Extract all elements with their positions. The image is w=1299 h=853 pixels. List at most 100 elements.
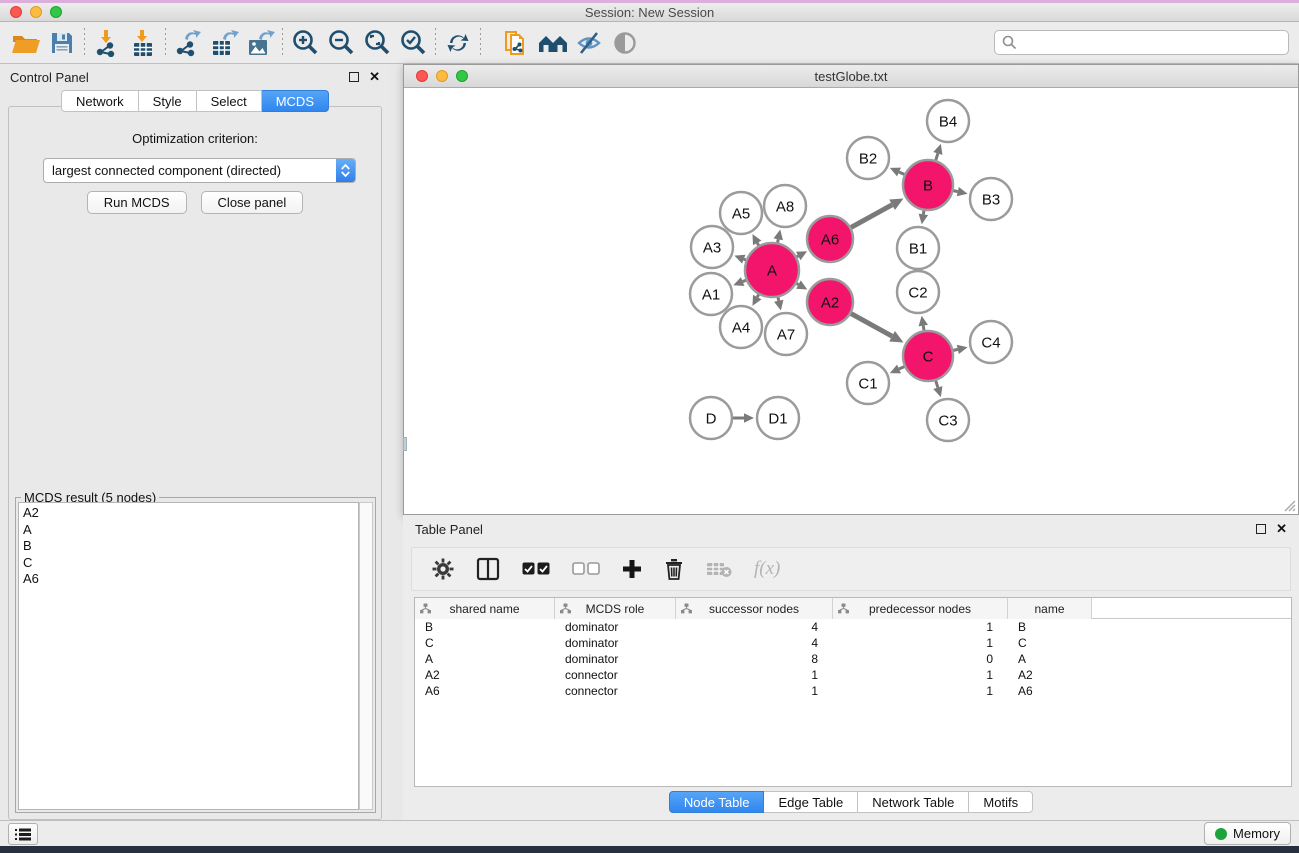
select-all-checkboxes-icon[interactable]: [522, 562, 550, 576]
tab-network[interactable]: Network: [61, 90, 139, 112]
toolbar-separator: [480, 28, 481, 58]
column-type-icon: [420, 603, 431, 614]
graph-edge-A-A3[interactable]: [744, 259, 746, 260]
tab-select[interactable]: Select: [197, 90, 262, 112]
graph-edge-A-A8[interactable]: [778, 239, 779, 242]
float-panel-icon[interactable]: [349, 72, 359, 82]
graph-edge-B-B4[interactable]: [936, 153, 938, 160]
table-cell: connector: [555, 683, 676, 699]
add-column-icon[interactable]: [622, 559, 642, 579]
column-header-label: shared name: [449, 602, 519, 616]
delete-column-icon[interactable]: [664, 558, 684, 580]
graph-edge-A6-B[interactable]: [851, 205, 892, 228]
deselect-all-checkboxes-icon[interactable]: [572, 562, 600, 576]
graph-edge-C-C4[interactable]: [953, 349, 957, 350]
search-input[interactable]: [1022, 35, 1288, 50]
table-row[interactable]: A2connector11A2: [415, 667, 1291, 683]
graph-edge-A-A2[interactable]: [797, 284, 799, 285]
graph-edge-C-C2[interactable]: [923, 326, 924, 331]
column-header-MCDS-role[interactable]: MCDS role: [555, 598, 676, 619]
column-layout-icon[interactable]: [476, 557, 500, 581]
save-session-button[interactable]: [44, 26, 80, 60]
tab-node-table[interactable]: Node Table: [669, 791, 765, 813]
graph-edge-B-B3[interactable]: [953, 191, 957, 192]
hide-selected-button[interactable]: [571, 26, 607, 60]
graph-node-label: B4: [939, 113, 957, 130]
optimization-criterion-select[interactable]: largest connected component (directed): [43, 158, 356, 183]
zoom-fit-button[interactable]: [359, 26, 395, 60]
zoom-in-button[interactable]: [287, 26, 323, 60]
network-graph-canvas[interactable]: B4B2BB3A8A5A6B1A3AC2A1A2A4A7C4CC1C3DD1: [404, 88, 1298, 514]
column-header-name[interactable]: name: [1008, 598, 1092, 619]
table-panel-tabs: Node TableEdge TableNetwork TableMotifs: [403, 791, 1299, 813]
export-table-button[interactable]: [206, 26, 242, 60]
export-image-button[interactable]: [242, 26, 278, 60]
table-cell: dominator: [555, 619, 676, 635]
mcds-result-item[interactable]: A2: [23, 505, 358, 522]
result-list-scrollbar[interactable]: [359, 502, 373, 810]
close-panel-icon[interactable]: ✕: [369, 72, 380, 82]
function-builder-icon[interactable]: f(x): [754, 558, 780, 580]
mcds-result-item[interactable]: C: [23, 555, 358, 572]
gear-icon[interactable]: [432, 558, 454, 580]
mcds-result-item[interactable]: B: [23, 538, 358, 555]
table-cell: 1: [833, 667, 1008, 683]
close-panel-button[interactable]: Close panel: [201, 191, 304, 214]
splitter-handle[interactable]: [403, 437, 407, 451]
home-icon: [537, 31, 569, 55]
refresh-icon: [445, 30, 471, 56]
table-row[interactable]: Cdominator41C: [415, 635, 1291, 651]
table-row[interactable]: A6connector11A6: [415, 683, 1291, 699]
open-session-button[interactable]: [8, 26, 44, 60]
graph-edge-A-A1[interactable]: [743, 280, 746, 281]
float-table-panel-icon[interactable]: [1256, 524, 1266, 534]
export-network-button[interactable]: [170, 26, 206, 60]
mcds-result-list[interactable]: A2ABCA6: [18, 502, 359, 810]
network-window-titlebar[interactable]: testGlobe.txt: [404, 65, 1298, 88]
zoom-out-button[interactable]: [323, 26, 359, 60]
run-mcds-button[interactable]: Run MCDS: [87, 191, 187, 214]
node-table[interactable]: shared name MCDS rolesuccessor nodesprede…: [414, 597, 1292, 787]
table-panel-title: Table Panel: [415, 522, 1256, 537]
show-details-button[interactable]: [607, 26, 643, 60]
import-network-button[interactable]: [89, 26, 125, 60]
zoom-selected-button[interactable]: [395, 26, 431, 60]
graph-edge-C-C1[interactable]: [899, 367, 904, 369]
graph-edge-A-A7[interactable]: [778, 297, 779, 300]
column-header-predecessor-nodes[interactable]: predecessor nodes: [833, 598, 1008, 619]
edge-arrowhead: [957, 345, 968, 354]
task-history-button[interactable]: [8, 823, 38, 845]
column-header-shared-name[interactable]: shared name: [415, 598, 555, 619]
table-cell: 1: [833, 619, 1008, 635]
graph-edge-A2-C[interactable]: [851, 314, 892, 337]
table-cell: A6: [1008, 683, 1092, 699]
graph-node-label: A5: [732, 205, 750, 222]
graph-edge-A-A6[interactable]: [797, 256, 799, 257]
table-row[interactable]: Bdominator41B: [415, 619, 1291, 635]
import-table-button[interactable]: [125, 26, 161, 60]
tab-mcds[interactable]: MCDS: [262, 90, 329, 112]
mcds-result-item[interactable]: A: [23, 522, 358, 539]
delete-table-icon[interactable]: [706, 560, 732, 578]
graph-edge-A-A5[interactable]: [757, 243, 758, 246]
table-row[interactable]: Adominator80A: [415, 651, 1291, 667]
mcds-result-item[interactable]: A6: [23, 571, 358, 588]
graph-edge-C-C3[interactable]: [936, 381, 938, 388]
clone-network-button[interactable]: [499, 26, 535, 60]
apply-layout-button[interactable]: [440, 26, 476, 60]
tab-motifs[interactable]: Motifs: [969, 791, 1033, 813]
tab-network-table[interactable]: Network Table: [858, 791, 969, 813]
memory-button[interactable]: Memory: [1204, 822, 1291, 845]
graph-edge-B-B2[interactable]: [899, 172, 904, 174]
home-button[interactable]: [535, 26, 571, 60]
graph-edge-B-B1[interactable]: [923, 211, 924, 215]
graph-edge-A-A4[interactable]: [757, 295, 758, 298]
table-cell: B: [415, 619, 555, 635]
search-field[interactable]: [994, 30, 1289, 55]
tab-edge-table[interactable]: Edge Table: [764, 791, 858, 813]
tab-style[interactable]: Style: [139, 90, 197, 112]
resize-grip-icon[interactable]: [1282, 498, 1296, 512]
column-header-successor-nodes[interactable]: successor nodes: [676, 598, 833, 619]
close-table-panel-icon[interactable]: ✕: [1276, 524, 1287, 534]
eye-icon: [611, 31, 639, 55]
